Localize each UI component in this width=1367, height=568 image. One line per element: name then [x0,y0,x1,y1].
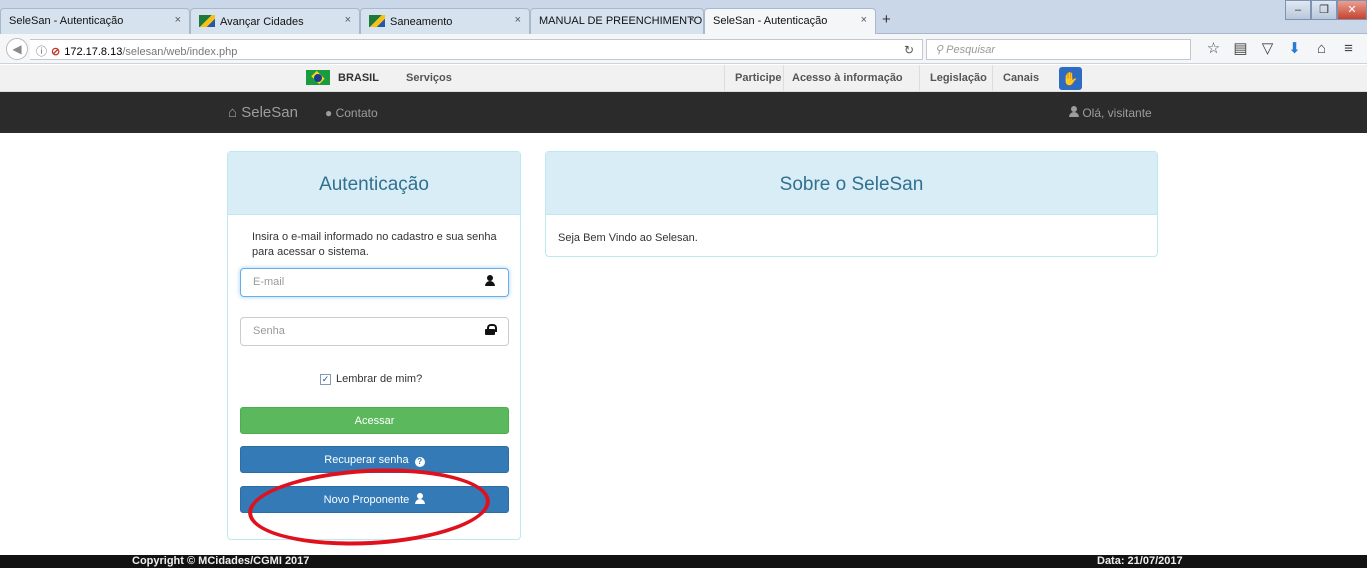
browser-toolbar: ◀ ⓘ ⊘ 172.17.8.13/selesan/web/index.php ↻ … [0,34,1367,64]
search-icon: ⚲ [935,44,944,56]
browser-tab[interactable]: Saneamento × [360,8,530,34]
brasil-label: BRASIL [338,71,379,84]
close-tab-icon[interactable]: × [515,14,521,26]
password-field[interactable]: Senha [240,317,509,346]
brand-link[interactable]: ⌂ SeleSan [228,104,298,121]
recuperar-senha-button[interactable]: Recuperar senha ? [240,446,509,473]
email-placeholder: E-mail [253,276,285,288]
servicos-link[interactable]: Serviços [406,72,452,84]
lock-icon [485,324,497,338]
acesso-informacao-link[interactable]: Acesso à informação [792,72,903,84]
url-path: /selesan/web/index.php [122,46,238,58]
app-navbar: ⌂ SeleSan ● Contato Olá, visitante [0,92,1367,133]
back-arrow-icon[interactable]: ◀ [6,38,28,60]
brasil-link[interactable]: BRASIL [306,70,379,85]
search-box[interactable]: ⚲ Pesquisar [926,39,1191,60]
window-controls: – ❐ ✕ [1285,0,1367,22]
site-favicon-icon [199,15,215,27]
novo-proponente-button[interactable]: Novo Proponente [240,486,509,513]
email-field[interactable]: E-mail [240,268,509,297]
about-panel-title: Sobre o SeleSan [546,152,1157,215]
remember-me-checkbox[interactable]: ✓ [320,373,331,385]
browser-tab-bar: SeleSan - Autenticação × Avançar Cidades… [0,0,1367,35]
close-window-icon[interactable]: ✕ [1337,0,1367,20]
pocket-icon[interactable]: ▽ [1254,40,1281,58]
remember-me-label: Lembrar de mim? [336,373,423,385]
reload-icon[interactable]: ↻ [904,43,914,57]
close-tab-icon[interactable]: × [175,14,181,26]
minimize-icon[interactable]: – [1285,0,1311,20]
recuperar-senha-label: Recuperar senha [324,454,409,466]
address-bar[interactable]: ⓘ ⊘ 172.17.8.13/selesan/web/index.php ↻ [30,39,923,60]
browser-tab[interactable]: MANUAL DE PREENCHIMENTO [ × [530,8,704,34]
search-placeholder: Pesquisar [946,44,996,56]
tab-title: SeleSan - Autenticação [713,15,828,27]
tab-title: SeleSan - Autenticação [9,15,124,27]
new-tab-button[interactable]: + [882,11,891,28]
question-circle-icon: ? [414,457,425,467]
brand-label: SeleSan [241,104,298,121]
insecure-lock-icon[interactable]: ⊘ [51,46,60,58]
tab-title: MANUAL DE PREENCHIMENTO [ [539,15,704,27]
bookmark-star-icon[interactable]: ☆ [1200,40,1227,58]
tab-title: Avançar Cidades [220,16,304,28]
novo-proponente-label: Novo Proponente [323,494,410,506]
site-favicon-icon [369,15,385,27]
browser-tab[interactable]: SeleSan - Autenticação × [0,8,190,34]
footer-date: Data: 21/07/2017 [1097,555,1183,567]
user-icon [415,493,426,504]
browser-tab-active[interactable]: SeleSan - Autenticação × [704,8,876,35]
restore-icon[interactable]: ❐ [1311,0,1337,20]
browser-tools: ☆ ▤ ▽ ⬇ ⌂ ≡ [1200,40,1362,58]
brazil-flag-icon [306,70,330,85]
greeting-label: Olá, visitante [1082,106,1152,120]
copyright-text: Copyright © MCidades/CGMI 2017 [132,555,310,567]
menu-icon[interactable]: ≡ [1335,40,1362,58]
legislacao-link[interactable]: Legislação [930,72,987,84]
acessar-button[interactable]: Acessar [240,407,509,434]
remember-me[interactable]: ✓ Lembrar de mim? [320,373,422,385]
user-icon [1069,106,1079,117]
close-tab-icon[interactable]: × [689,14,695,26]
login-intro-text: Insira o e-mail informado no cadastro e … [252,231,497,258]
user-greeting[interactable]: Olá, visitante [1069,106,1152,120]
password-placeholder: Senha [253,325,285,337]
login-panel-title: Autenticação [228,152,520,215]
about-panel: Sobre o SeleSan Seja Bem Vindo ao Selesa… [545,151,1158,257]
url-host: 172.17.8.13 [64,46,123,58]
download-icon[interactable]: ⬇ [1281,40,1308,58]
participe-link[interactable]: Participe [735,72,781,84]
chat-bubble-icon: ● [325,106,333,120]
user-field-icon [485,275,497,289]
close-tab-icon[interactable]: × [345,14,351,26]
login-panel: Autenticação Insira o e-mail informado n… [227,151,521,540]
about-body-text: Seja Bem Vindo ao Selesan. [558,232,698,244]
reading-list-icon[interactable]: ▤ [1227,40,1254,58]
close-tab-icon[interactable]: × [861,14,867,26]
contato-label: Contato [335,106,378,120]
acessar-label: Acessar [354,415,395,427]
accessibility-sign-icon[interactable]: ✋ [1059,67,1082,90]
home-icon[interactable]: ⌂ [1308,40,1335,58]
canais-link[interactable]: Canais [1003,72,1039,84]
tab-title: Saneamento [390,16,453,28]
gov-bar: BRASIL Serviços Participe Acesso à infor… [0,65,1367,92]
page-footer: Copyright © MCidades/CGMI 2017 Data: 21/… [0,555,1367,568]
browser-tab[interactable]: Avançar Cidades × [190,8,360,34]
contato-link[interactable]: ● Contato [325,106,378,120]
info-icon[interactable]: ⓘ [36,46,47,58]
home-icon: ⌂ [228,104,238,121]
